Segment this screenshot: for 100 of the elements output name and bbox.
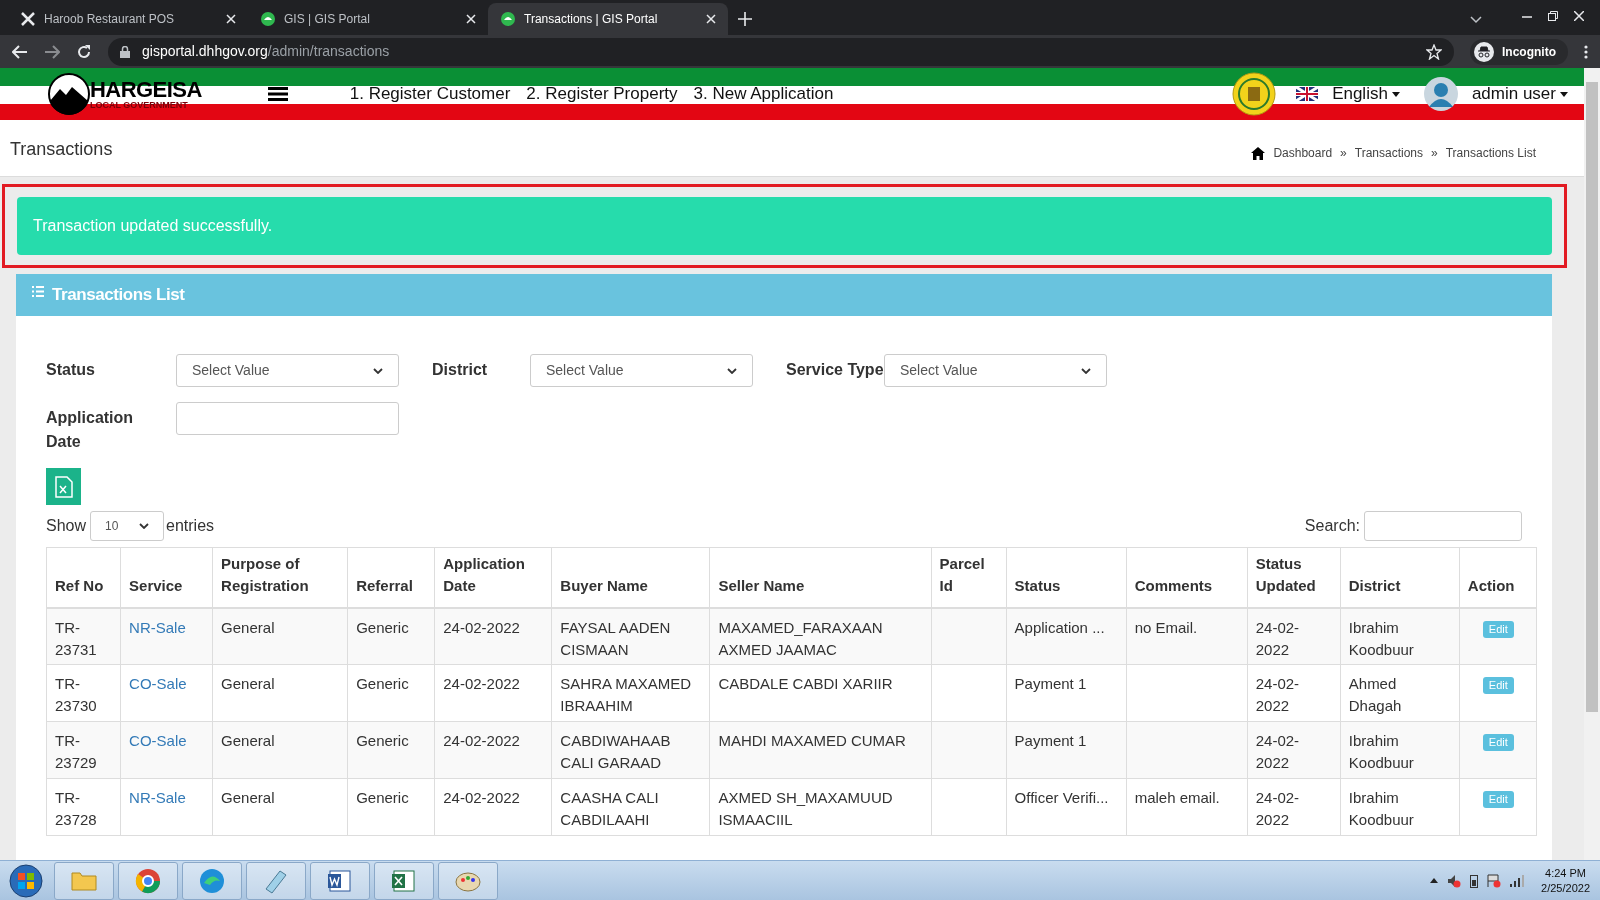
back-arrow-icon xyxy=(12,44,28,59)
table-cell: Application ... xyxy=(1006,607,1127,665)
list-icon xyxy=(32,286,44,297)
success-alert: Transaction updated successfully. xyxy=(17,197,1552,255)
service-link[interactable]: CO-Sale xyxy=(129,732,187,749)
table-cell: General xyxy=(212,607,348,665)
table-cell: Generic xyxy=(347,778,435,836)
panel-title: Transactions List xyxy=(52,284,185,307)
user-menu[interactable]: admin user xyxy=(1471,81,1568,107)
table-cell: TR-23729 xyxy=(46,721,121,779)
table-cell: TR-23730 xyxy=(46,664,121,722)
column-header: Comments xyxy=(1126,547,1248,608)
breadcrumb-link[interactable]: Transactions List xyxy=(1445,144,1536,162)
table-cell: Generic xyxy=(347,664,435,722)
nav-link[interactable]: 2. Register Property xyxy=(526,81,678,107)
table-cell: Ahmed Dhagah xyxy=(1340,664,1460,722)
select-field[interactable]: Select Value xyxy=(530,354,753,387)
user-avatar-icon xyxy=(1423,77,1458,111)
incognito-button[interactable]: Incognito xyxy=(1470,38,1568,65)
taskbar-app-button[interactable] xyxy=(374,861,434,900)
table-cell: AXMED SH_MAXAMUUD ISMAACIIL xyxy=(709,778,932,836)
chevron-down-icon xyxy=(1470,16,1482,24)
restore-icon xyxy=(1548,11,1558,21)
address-field[interactable]: gisportal.dhhgov.org/admin/transactions xyxy=(142,41,390,62)
filter-label: Status xyxy=(46,360,96,380)
chevron-down-icon xyxy=(1081,367,1091,374)
incognito-icon xyxy=(1474,41,1494,62)
chevron-down-icon xyxy=(139,523,150,529)
column-header: Application Date xyxy=(434,547,552,608)
close-icon xyxy=(226,14,236,24)
breadcrumb-link[interactable]: Transactions xyxy=(1354,144,1424,162)
plus-icon xyxy=(738,12,752,26)
browser-tab[interactable]: GIS | GIS Portal xyxy=(248,3,488,35)
select-field[interactable]: Select Value xyxy=(176,354,399,387)
table-cell: 24-02-2022 xyxy=(434,607,552,665)
windows-orb-icon xyxy=(9,863,43,898)
x-mark-icon xyxy=(20,11,36,27)
clock-date: 2/25/2022 xyxy=(1541,880,1590,896)
table-cell: Payment 1 xyxy=(1006,664,1127,722)
menu-button[interactable] xyxy=(267,87,288,101)
browser-tab[interactable]: Transactions | GIS Portal xyxy=(488,3,728,35)
table-cell: CAASHA CALI CABDILAAHI xyxy=(551,778,710,836)
emblem-icon xyxy=(1232,72,1277,116)
filter-label: Service Type xyxy=(786,360,885,380)
menu-icon xyxy=(267,87,288,101)
table-cell: CABDALE CABDI XARIIR xyxy=(709,664,932,722)
taskbar-app-button[interactable] xyxy=(118,861,178,900)
column-header: Referral xyxy=(347,547,435,608)
star-icon xyxy=(1426,43,1442,60)
leaf-icon xyxy=(260,11,276,27)
close-icon xyxy=(1574,11,1584,21)
column-header: Status xyxy=(1006,547,1127,608)
home-icon xyxy=(1251,146,1266,160)
breadcrumb-separator: » xyxy=(1340,145,1347,162)
chevron-down-icon xyxy=(727,367,737,374)
excel-export-button[interactable] xyxy=(46,468,81,505)
date-field[interactable] xyxy=(176,402,399,435)
show-label: Show xyxy=(46,516,87,536)
taskbar-app-button[interactable] xyxy=(310,861,370,900)
select-field[interactable]: Select Value xyxy=(884,354,1107,387)
chevron-down-icon xyxy=(373,367,383,374)
column-header: Action xyxy=(1459,547,1537,608)
table-cell: 24-02-2022 xyxy=(1247,778,1341,836)
table-cell: CABDIWAHAAB CALI GARAAD xyxy=(551,721,710,779)
filter-label: District xyxy=(432,360,489,380)
lock-icon xyxy=(120,45,130,58)
table-cell: 24-02-2022 xyxy=(1247,607,1341,665)
battery-icon xyxy=(1470,873,1479,888)
breadcrumb-link[interactable]: Dashboard xyxy=(1273,144,1333,162)
forward-arrow-icon xyxy=(44,44,60,59)
nav-link[interactable]: 1. Register Customer xyxy=(349,81,511,107)
table-cell: General xyxy=(212,721,348,779)
nav-link[interactable]: 3. New Application xyxy=(693,81,834,107)
browser-tab[interactable]: Haroob Restaurant POS xyxy=(8,3,248,35)
table-cell: Generic xyxy=(347,607,435,665)
page-size-select[interactable]: 10 xyxy=(90,511,165,541)
caret-up-icon xyxy=(1430,878,1439,883)
service-link[interactable]: NR-Sale xyxy=(129,789,186,806)
page-title: Transactions xyxy=(10,138,113,161)
table-cell: Officer Verifi... xyxy=(1006,778,1127,836)
scrollbar[interactable] xyxy=(1584,68,1600,860)
service-link[interactable]: CO-Sale xyxy=(129,675,187,692)
signal-bars-icon xyxy=(1510,874,1525,887)
service-link[interactable]: NR-Sale xyxy=(129,618,186,636)
reload-icon xyxy=(76,43,92,60)
column-header: Service xyxy=(120,547,213,608)
table-cell: 24-02-2022 xyxy=(1247,664,1341,722)
table-cell: 24-02-2022 xyxy=(434,664,552,722)
search-field[interactable] xyxy=(1364,511,1522,541)
table-cell: Ibrahim Koodbuur xyxy=(1340,778,1460,836)
table-cell: TR-23731 xyxy=(46,607,121,665)
table-cell: 24-02-2022 xyxy=(434,721,552,779)
table-cell: SAHRA MAXAMED IBRAAHIM xyxy=(551,664,710,722)
table-cell: Ibrahim Koodbuur xyxy=(1340,721,1460,779)
caret-icon xyxy=(1560,91,1568,97)
language-dropdown[interactable]: English xyxy=(1332,81,1400,107)
speaker-muted-icon xyxy=(1447,873,1462,888)
column-header: Ref No xyxy=(46,547,121,608)
table-cell: FAYSAL AADEN CISMAAN xyxy=(551,607,710,665)
breadcrumb-separator: » xyxy=(1431,145,1438,162)
